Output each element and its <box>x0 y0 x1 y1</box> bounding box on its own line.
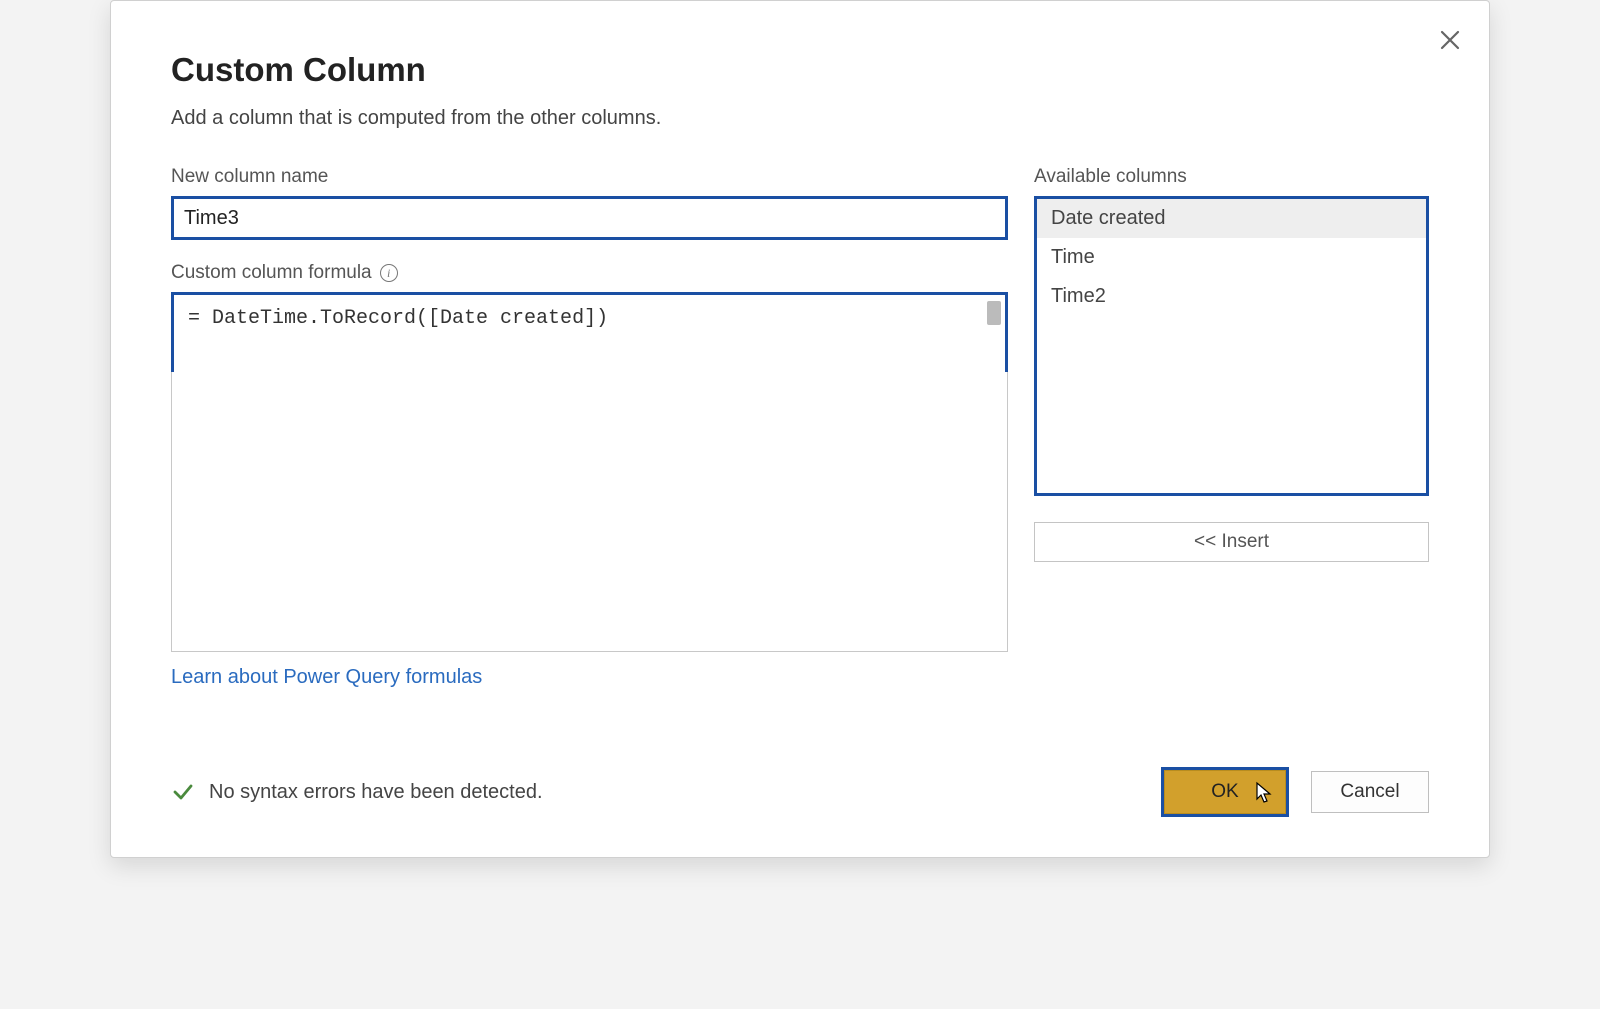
formula-input[interactable] <box>174 295 1005 372</box>
dialog-description: Add a column that is computed from the o… <box>171 107 1429 130</box>
ok-highlight: OK <box>1161 767 1289 817</box>
available-column-item[interactable]: Time <box>1037 238 1426 277</box>
scrollbar-thumb[interactable] <box>987 301 1001 325</box>
close-icon <box>1439 25 1461 58</box>
learn-link[interactable]: Learn about Power Query formulas <box>171 666 482 689</box>
available-columns-label: Available columns <box>1034 166 1429 188</box>
dialog-title: Custom Column <box>171 51 1429 89</box>
ok-button[interactable]: OK <box>1164 770 1286 814</box>
formula-area-extended[interactable] <box>171 372 1008 652</box>
formula-label: Custom column formula i <box>171 262 1008 284</box>
insert-button[interactable]: << Insert <box>1034 522 1429 562</box>
formula-highlight-box <box>171 292 1008 372</box>
status-text: No syntax errors have been detected. <box>209 781 543 804</box>
cancel-button[interactable]: Cancel <box>1311 771 1429 813</box>
check-icon <box>171 780 195 804</box>
ok-button-label: OK <box>1211 781 1238 803</box>
available-columns-list[interactable]: Date createdTimeTime2 <box>1034 196 1429 496</box>
info-icon[interactable]: i <box>380 264 398 282</box>
available-column-item[interactable]: Date created <box>1037 199 1426 238</box>
cursor-icon <box>1255 781 1275 811</box>
close-button[interactable] <box>1433 21 1467 63</box>
column-name-input[interactable] <box>171 196 1008 240</box>
column-name-label: New column name <box>171 166 1008 188</box>
status-bar: No syntax errors have been detected. <box>171 780 543 804</box>
available-column-item[interactable]: Time2 <box>1037 277 1426 316</box>
custom-column-dialog: Custom Column Add a column that is compu… <box>110 0 1490 858</box>
formula-label-text: Custom column formula <box>171 262 372 284</box>
